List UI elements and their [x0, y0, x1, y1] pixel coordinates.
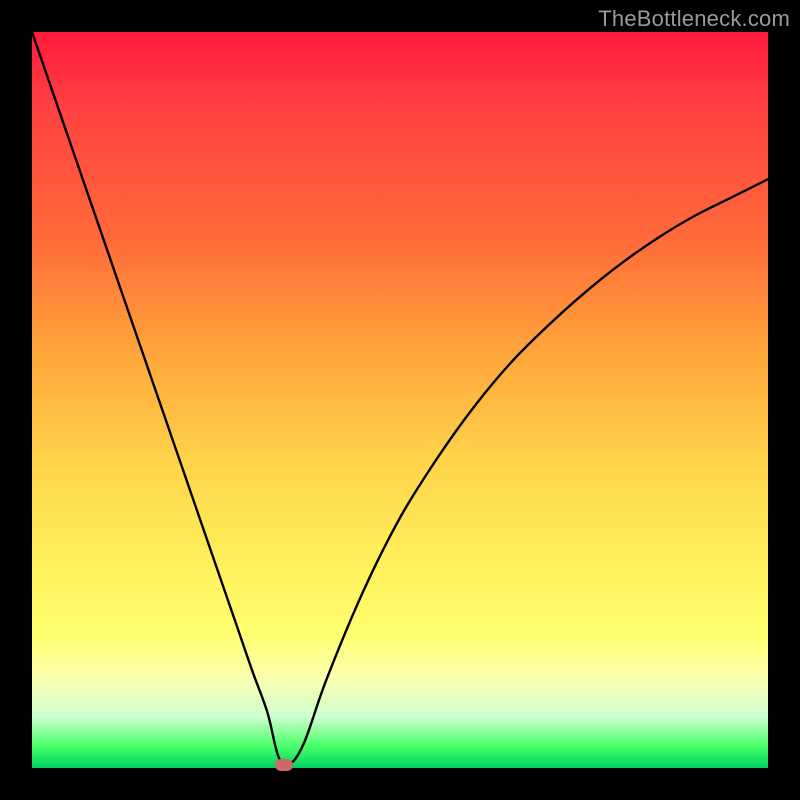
watermark-text: TheBottleneck.com: [598, 6, 790, 32]
plot-area: [32, 32, 768, 768]
bottleneck-curve: [32, 32, 768, 765]
curve-svg: [32, 32, 768, 768]
minimum-marker: [275, 759, 293, 771]
chart-frame: TheBottleneck.com: [0, 0, 800, 800]
